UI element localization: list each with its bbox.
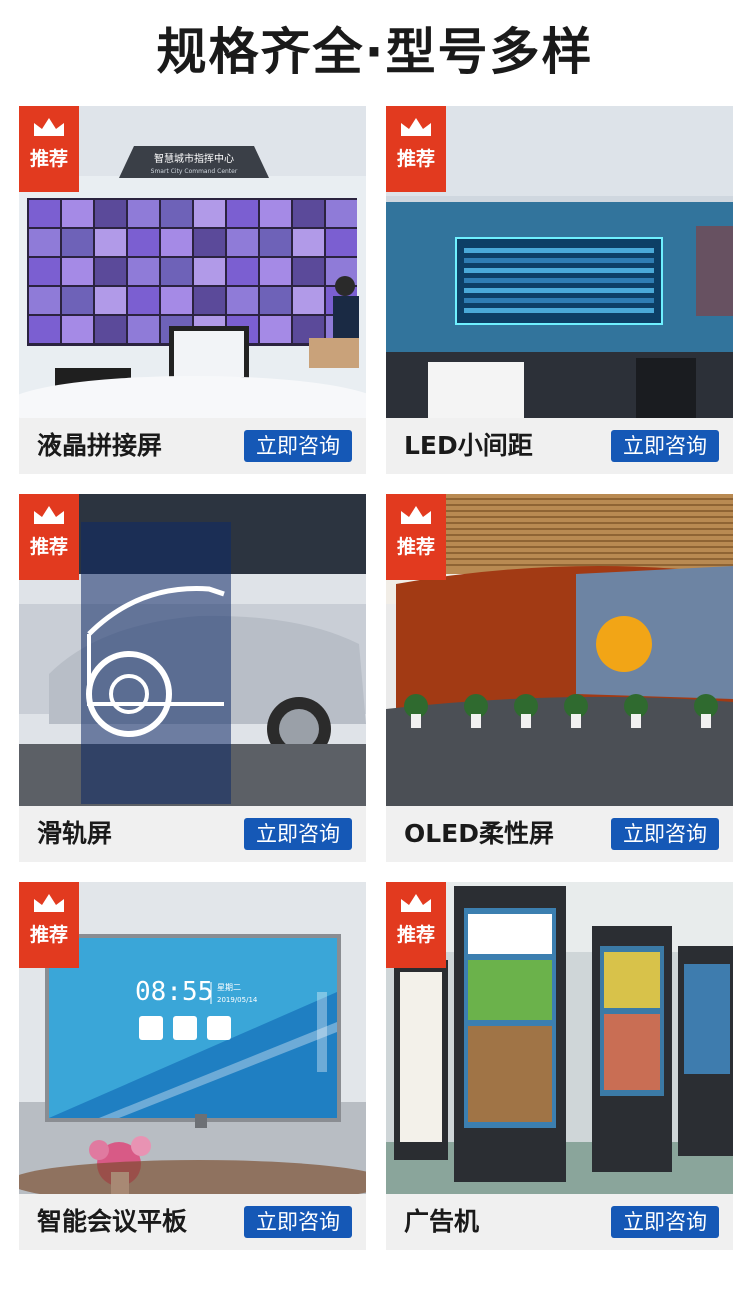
crown-icon — [34, 894, 64, 912]
product-name: LED小间距 — [404, 431, 533, 460]
card-caption: 液晶拼接屏 立即咨询 — [19, 418, 366, 474]
badge-text: 推荐 — [396, 148, 435, 170]
scene-sign-cn: 智慧城市指挥中心 — [154, 152, 234, 165]
product-photo: 推荐 — [386, 882, 733, 1194]
scene-sign-en: Smart City Command Center — [151, 168, 238, 175]
recommend-badge: 推荐 — [19, 882, 79, 968]
product-card-meeting-panel[interactable]: 08:55 星期二 2019/05/14 推荐 智能会议平板 立即咨询 — [19, 882, 366, 1250]
recommend-badge: 推荐 — [19, 106, 79, 192]
consult-button[interactable]: 立即咨询 — [611, 818, 719, 850]
product-card-slide-rail[interactable]: 推荐 滑轨屏 立即咨询 — [19, 494, 366, 862]
crown-icon — [401, 118, 431, 136]
product-name: 液晶拼接屏 — [37, 431, 163, 460]
card-caption: OLED柔性屏 立即咨询 — [386, 806, 733, 862]
consult-button[interactable]: 立即咨询 — [611, 1206, 719, 1238]
page-title: 规格齐全·型号多样 — [156, 23, 594, 81]
recommend-badge: 推荐 — [386, 882, 446, 968]
badge-text: 推荐 — [396, 924, 435, 946]
crown-icon — [34, 506, 64, 524]
clock-date: 2019/05/14 — [217, 996, 258, 1004]
product-photo: 推荐 — [19, 494, 366, 806]
consult-button[interactable]: 立即咨询 — [244, 430, 352, 462]
crown-icon — [34, 118, 64, 136]
consult-button[interactable]: 立即咨询 — [611, 430, 719, 462]
badge-text: 推荐 — [29, 148, 68, 170]
recommend-badge: 推荐 — [386, 106, 446, 192]
crown-icon — [401, 894, 431, 912]
badge-text: 推荐 — [29, 924, 68, 946]
card-caption: LED小间距 立即咨询 — [386, 418, 733, 474]
consult-button[interactable]: 立即咨询 — [244, 1206, 352, 1238]
product-card-led-small-pitch[interactable]: 推荐 LED小间距 立即咨询 — [386, 106, 733, 474]
product-card-oled-flexible[interactable]: 推荐 OLED柔性屏 立即咨询 — [386, 494, 733, 862]
product-card-ad-machine[interactable]: 推荐 广告机 立即咨询 — [386, 882, 733, 1250]
card-caption: 滑轨屏 立即咨询 — [19, 806, 366, 862]
product-photo: 推荐 — [386, 494, 733, 806]
product-card-lcd-splicing[interactable]: 智慧城市指挥中心 Smart City Command Center 推荐 液晶… — [19, 106, 366, 474]
product-name: 滑轨屏 — [37, 819, 113, 848]
crown-icon — [401, 506, 431, 524]
card-caption: 智能会议平板 立即咨询 — [19, 1194, 366, 1250]
card-caption: 广告机 立即咨询 — [386, 1194, 733, 1250]
recommend-badge: 推荐 — [19, 494, 79, 580]
product-photo: 推荐 — [386, 106, 733, 418]
clock-weekday: 星期二 — [217, 983, 241, 992]
product-name: OLED柔性屏 — [404, 819, 555, 848]
product-name: 广告机 — [404, 1207, 480, 1236]
product-photo: 08:55 星期二 2019/05/14 推荐 — [19, 882, 366, 1194]
recommend-badge: 推荐 — [386, 494, 446, 580]
badge-text: 推荐 — [396, 536, 435, 558]
badge-text: 推荐 — [29, 536, 68, 558]
consult-button[interactable]: 立即咨询 — [244, 818, 352, 850]
clock-time: 08:55 — [135, 977, 213, 1007]
product-photo: 智慧城市指挥中心 Smart City Command Center 推荐 — [19, 106, 366, 418]
product-name: 智能会议平板 — [37, 1207, 188, 1236]
